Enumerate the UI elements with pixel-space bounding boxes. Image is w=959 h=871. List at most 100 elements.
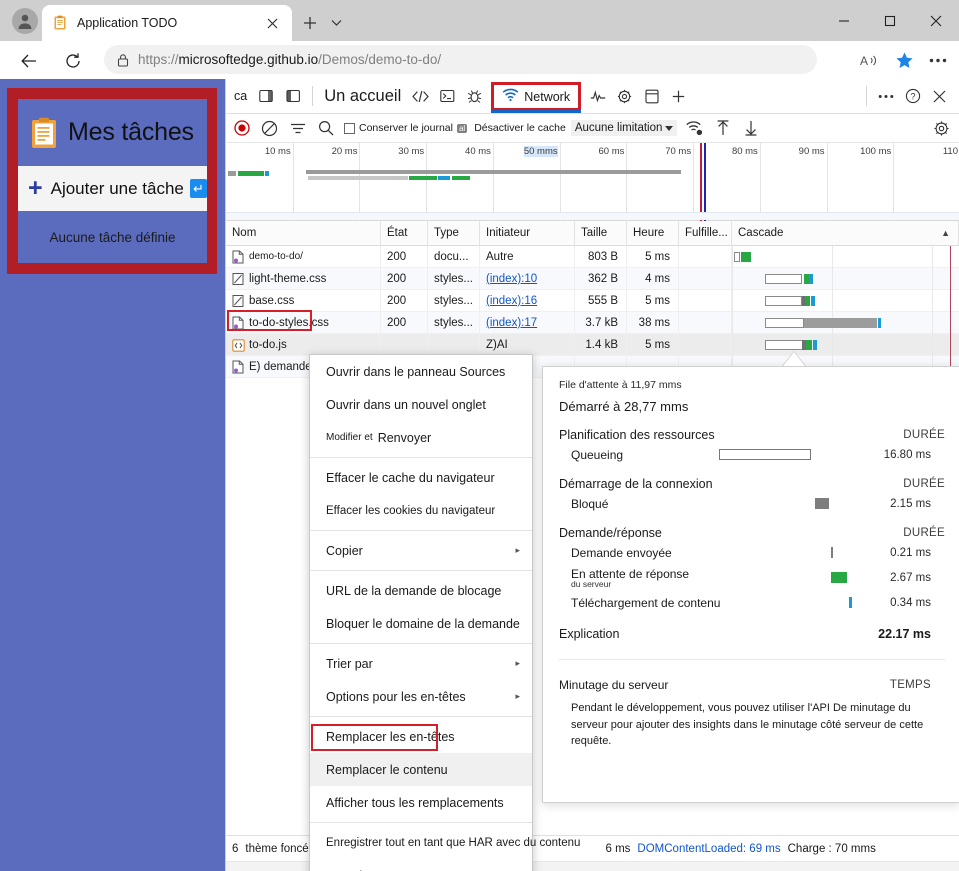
clear-no-entry-icon[interactable] [256, 115, 283, 141]
devtools-ca-label[interactable]: ca [226, 89, 253, 103]
memory-gear-icon[interactable] [611, 81, 638, 111]
add-task-row[interactable]: + Ajouter une tâche ↵ [18, 166, 207, 211]
menu-item[interactable]: Trier par ▸ [310, 647, 532, 680]
panel-layout-icon[interactable] [280, 81, 307, 111]
maximize-button[interactable] [867, 0, 913, 41]
record-stop-icon[interactable] [228, 115, 255, 141]
request-context-menu[interactable]: Ouvrir dans le panneau Sources Ouvrir dan… [309, 354, 580, 871]
cell-waterfall[interactable] [732, 245, 959, 268]
overview-domcontentloaded-line [704, 143, 706, 221]
page-scrollbar[interactable] [217, 79, 225, 871]
profile-avatar[interactable] [12, 8, 38, 34]
back-button[interactable] [16, 48, 42, 74]
sort-ascending-icon[interactable]: ▲ [941, 221, 950, 246]
search-icon[interactable] [312, 115, 339, 141]
column-header-initiateur[interactable]: Initiateur [480, 220, 575, 246]
debugger-bug-icon[interactable] [461, 81, 488, 111]
export-har-icon[interactable] [737, 115, 764, 141]
tab-network[interactable]: Network [491, 81, 582, 113]
add-panel-button[interactable] [665, 81, 692, 111]
devtools-more-icon[interactable] [872, 81, 899, 111]
cell-type: styles... [428, 267, 480, 290]
initiator-link[interactable]: (index):16 [486, 295, 537, 307]
table-row[interactable]: light-theme.css 200 styles... (index):10 362… [226, 267, 959, 290]
menu-item[interactable]: Ouvrir dans un nouvel onglet [310, 388, 532, 421]
svg-text:?: ? [910, 92, 915, 102]
new-tab-button[interactable] [298, 11, 322, 35]
elements-code-icon[interactable] [407, 81, 434, 111]
table-row[interactable]: to-do-styles.css 200 styles... (index):17 3.… [226, 311, 959, 334]
table-row[interactable]: to-do.js Z)AI 1.4 kB 5 ms [226, 333, 959, 356]
menu-item[interactable]: Copier ▸ [310, 534, 532, 567]
menu-item[interactable]: URL de la demande de blocage [310, 574, 532, 607]
performance-icon[interactable] [584, 81, 611, 111]
menu-item[interactable]: Bloquer le domaine de la demande [310, 607, 532, 640]
table-row[interactable]: demo-to-do/200 docu... Autre 803 B5 ms [226, 245, 959, 268]
menu-item[interactable]: Options pour les en-têtes ▸ [310, 680, 532, 713]
application-icon[interactable] [638, 81, 665, 111]
menu-item[interactable]: Remplacer les en-têtes [310, 720, 532, 753]
column-header-fulfille[interactable]: Fulfille... [679, 220, 732, 246]
tab-welcome[interactable]: Un accueil [318, 87, 407, 106]
menu-item[interactable]: Remplacer le contenu [310, 753, 532, 786]
menu-item[interactable]: Effacer les cookies du navigateur [310, 494, 532, 527]
menu-item[interactable]: Effacer le cache du navigateur [310, 461, 532, 494]
menu-item-label: Copier [326, 543, 363, 558]
column-header-heure[interactable]: Heure [627, 220, 679, 246]
address-bar[interactable]: https://microsoftedge.github.io/Demos/de… [104, 45, 817, 74]
reload-button[interactable] [60, 48, 86, 74]
menu-item[interactable]: Modifier et Renvoyer [310, 421, 532, 454]
dock-side-icon[interactable] [253, 81, 280, 111]
minimize-button[interactable] [821, 0, 867, 41]
cell-name[interactable]: light-theme.css [226, 267, 381, 290]
column-header-cascade[interactable]: Cascade ▲ [732, 220, 959, 246]
cell-type: styles... [428, 311, 480, 334]
gear-icon[interactable] [928, 115, 955, 141]
menu-item[interactable]: Enregistrer tout en tant que HAR avec du… [310, 826, 580, 859]
column-header-type[interactable]: Type [428, 220, 480, 246]
cell-waterfall[interactable] [732, 333, 959, 356]
waterfall-load-marker [950, 333, 951, 356]
cell-waterfall[interactable] [732, 289, 959, 312]
browser-tab[interactable]: Application TODO [42, 5, 292, 41]
network-overview[interactable]: 10 ms 20 ms 30 ms 40 ms 50 mms 60 ms 70 ms 80 m… [226, 143, 959, 221]
close-icon[interactable] [262, 13, 282, 33]
cell-initiator[interactable]: (index):10 [480, 267, 575, 290]
favorite-star-icon[interactable] [887, 43, 921, 77]
server-timing-row: Minutage du serveur TEMPS [559, 678, 945, 692]
throttle-dropdown[interactable]: Aucune limitation [570, 120, 678, 136]
devtools-tabbar: ca Un accueil Network ? [226, 79, 959, 114]
filter-icon[interactable] [284, 115, 311, 141]
cell-name[interactable]: to-do.js [226, 333, 381, 356]
preserve-log-checkbox-wrap[interactable]: Conserver le journal al [344, 122, 468, 134]
read-aloud-icon[interactable]: A [853, 43, 887, 77]
network-conditions-icon[interactable] [681, 115, 708, 141]
import-har-icon[interactable] [709, 115, 736, 141]
column-header-taille[interactable]: Taille [575, 220, 627, 246]
disable-cache-label[interactable]: Désactiver le cache [474, 122, 566, 134]
cell-fulfilled [679, 245, 732, 268]
menu-item[interactable]: Enregistrer sous… [310, 859, 532, 871]
devtools-close-icon[interactable] [926, 81, 953, 111]
todo-app-title: Mes tâches [68, 118, 194, 146]
cell-name[interactable]: base.css [226, 289, 381, 312]
cell-name[interactable]: demo-to-do/ [226, 245, 381, 268]
cell-waterfall[interactable] [732, 267, 959, 290]
cell-name[interactable]: to-do-styles.css [226, 311, 381, 334]
help-icon[interactable]: ? [899, 81, 926, 111]
browser-settings-more-icon[interactable] [921, 43, 955, 77]
window-close-button[interactable] [913, 0, 959, 41]
menu-item[interactable]: Afficher tous les remplacements [310, 786, 532, 819]
table-row[interactable]: base.css 200 styles... (index):16 555 B5 ms [226, 289, 959, 312]
cell-initiator[interactable]: (index):16 [480, 289, 575, 312]
preserve-log-checkbox[interactable] [344, 122, 355, 134]
cell-waterfall[interactable] [732, 311, 959, 334]
column-header-tat[interactable]: État [381, 220, 428, 246]
chevron-down-icon[interactable] [326, 13, 346, 33]
initiator-link[interactable]: (index):10 [486, 273, 537, 285]
menu-item[interactable]: Ouvrir dans le panneau Sources [310, 355, 532, 388]
initiator-link[interactable]: (index):17 [486, 317, 537, 329]
console-icon[interactable] [434, 81, 461, 111]
column-header-nom[interactable]: Nom [226, 220, 381, 246]
cell-initiator[interactable]: (index):17 [480, 311, 575, 334]
